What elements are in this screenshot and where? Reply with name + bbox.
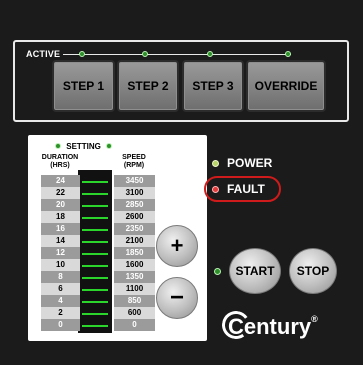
duration-12: 12 [41,247,80,259]
speed-600: 600 [114,307,155,319]
duration-6: 6 [41,283,80,295]
speed-1600: 1600 [114,259,155,271]
level-tick [82,181,108,183]
level-tick [82,205,108,207]
plus-icon: + [170,233,184,258]
minus-icon: − [169,284,184,311]
step-2-label: STEP 2 [127,79,169,93]
level-tick [82,217,108,219]
level-tick [82,277,108,279]
step-2-active-led [142,51,148,57]
step-1-button[interactable]: STEP 1 [52,60,115,112]
active-label: ACTIVE [26,49,61,59]
level-tick [82,313,108,315]
century-logo: Century® [228,314,318,340]
duration-2: 2 [41,307,80,319]
increase-button[interactable]: + [156,225,198,267]
level-tick [82,193,108,195]
fault-highlight-ring [204,176,281,202]
speed-0: 0 [114,319,155,331]
duration-0: 0 [41,319,80,331]
override-active-led [285,51,291,57]
duration-4: 4 [41,295,80,307]
level-tick [82,253,108,255]
duration-24: 24 [41,175,80,187]
stop-button[interactable]: STOP [289,248,337,294]
duration-18: 18 [41,211,80,223]
power-label: POWER [227,156,273,170]
setting-title-text: SETTING [66,142,101,151]
duration-10: 10 [41,259,80,271]
power-status: POWER [212,156,272,170]
duration-label: DURATION [41,154,79,161]
registered-mark: ® [311,314,318,324]
step-3-button[interactable]: STEP 3 [182,60,244,112]
speed-2600: 2600 [114,211,155,223]
speed-header: SPEED (RPM) [112,154,156,170]
speed-1100: 1100 [114,283,155,295]
level-tick [82,325,108,327]
duration-8: 8 [41,271,80,283]
power-led-icon [212,159,219,167]
setting-left-led [55,143,61,149]
active-indicator-line [63,54,291,55]
step-1-label: STEP 1 [62,79,105,93]
step-3-active-led [207,51,213,57]
level-tick [82,229,108,231]
step-1-active-led [79,51,85,57]
level-tick [82,241,108,243]
speed-2100: 2100 [114,235,155,247]
duration-22: 22 [41,187,80,199]
level-tick [82,301,108,303]
speed-label: SPEED [122,154,146,161]
duration-header: DURATION (HRS) [40,154,80,170]
speed-2850: 2850 [114,199,155,211]
level-tick [82,265,108,267]
speed-1350: 1350 [114,271,155,283]
level-tick [82,289,108,291]
duration-14: 14 [41,235,80,247]
duration-unit: (HRS) [50,162,70,169]
speed-3450: 3450 [114,175,155,187]
stop-label: STOP [296,264,330,278]
setting-title: SETTING [55,142,175,151]
start-status-led [214,268,221,275]
speed-1850: 1850 [114,247,155,259]
setting-right-led [106,143,113,149]
step-2-button[interactable]: STEP 2 [117,60,179,112]
override-button[interactable]: OVERRIDE [246,60,326,112]
speed-3100: 3100 [114,187,155,199]
start-label: START [235,264,275,278]
speed-unit: (RPM) [123,162,145,169]
override-label: OVERRIDE [254,79,318,93]
duration-16: 16 [41,223,80,235]
start-button[interactable]: START [229,248,281,294]
step-3-label: STEP 3 [192,79,234,93]
century-logo-text: Century [228,314,312,339]
duration-20: 20 [41,199,80,211]
speed-850: 850 [114,295,155,307]
decrease-button[interactable]: − [156,277,198,319]
speed-2350: 2350 [114,223,155,235]
